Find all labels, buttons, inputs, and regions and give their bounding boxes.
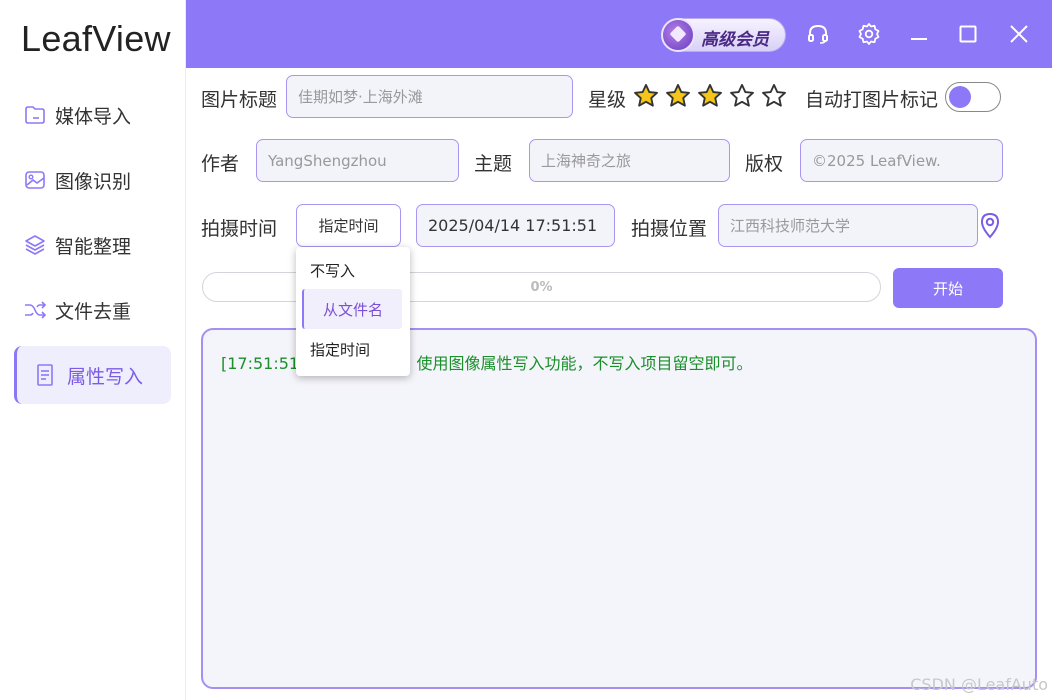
watermark: CSDN @LeafAuto bbox=[910, 675, 1048, 694]
sidebar-item-dedupe[interactable]: 文件去重 bbox=[14, 281, 171, 339]
auto-mark-label: 自动打图片标记 bbox=[805, 89, 939, 111]
toggle-knob bbox=[949, 86, 971, 108]
subject-label: 主题 bbox=[474, 153, 513, 175]
location-input[interactable]: 江西科技师范大学 bbox=[718, 204, 978, 247]
headset-icon[interactable] bbox=[804, 20, 832, 48]
image-title-input[interactable]: 佳期如梦·上海外滩 bbox=[286, 75, 573, 118]
shuffle-icon bbox=[23, 298, 47, 322]
sidebar-item-label: 媒体导入 bbox=[55, 105, 132, 128]
log-timestamp: [17:51:51] bbox=[221, 354, 306, 373]
app-title: LeafView bbox=[21, 18, 171, 59]
image-icon bbox=[23, 168, 47, 192]
layers-icon bbox=[23, 233, 47, 257]
author-label: 作者 bbox=[201, 153, 240, 175]
start-button[interactable]: 开始 bbox=[893, 268, 1003, 308]
location-pin-icon[interactable] bbox=[978, 211, 1002, 243]
progress-label: 0% bbox=[530, 279, 553, 295]
shoot-time-label: 拍摄时间 bbox=[201, 218, 278, 240]
star-icon-filled[interactable] bbox=[696, 82, 724, 110]
log-message: 使用图像属性写入功能，不写入项目留空即可。 bbox=[416, 354, 753, 373]
vip-badge[interactable]: 高级会员 bbox=[661, 18, 786, 52]
gear-icon[interactable] bbox=[855, 20, 883, 48]
dropdown-option[interactable]: 不写入 bbox=[296, 250, 410, 290]
star-icon-filled[interactable] bbox=[664, 82, 692, 110]
dropdown-option[interactable]: 指定时间 bbox=[296, 329, 410, 369]
sidebar-item-label: 文件去重 bbox=[55, 300, 132, 323]
title-bar: 高级会员 bbox=[186, 0, 1052, 68]
sidebar-item-media-import[interactable]: 媒体导入 bbox=[14, 86, 171, 144]
sidebar-item-image-recognition[interactable]: 图像识别 bbox=[14, 151, 171, 209]
maximize-icon[interactable] bbox=[954, 20, 982, 48]
rating-label: 星级 bbox=[588, 89, 627, 111]
shoot-time-dropdown: 不写入 从文件名 指定时间 bbox=[296, 247, 410, 376]
shoot-time-input[interactable]: 2025/04/14 17:51:51 bbox=[416, 204, 615, 247]
log-panel: [17:51:51] 使用图像属性写入功能，不写入项目留空即可。 bbox=[201, 328, 1037, 689]
sidebar-item-label: 图像识别 bbox=[55, 170, 132, 193]
sidebar-item-label: 属性写入 bbox=[67, 365, 144, 388]
copyright-input[interactable]: ©2025 LeafView. bbox=[800, 139, 1003, 182]
folder-icon bbox=[23, 103, 47, 127]
star-icon-empty[interactable] bbox=[728, 82, 756, 110]
vip-icon bbox=[661, 18, 695, 52]
document-icon bbox=[33, 363, 57, 387]
shoot-time-mode-select[interactable]: 指定时间 bbox=[296, 204, 401, 247]
star-icon-filled[interactable] bbox=[632, 82, 660, 110]
sidebar-item-label: 智能整理 bbox=[55, 235, 132, 258]
auto-mark-toggle[interactable] bbox=[945, 82, 1001, 112]
copyright-label: 版权 bbox=[745, 153, 784, 175]
sidebar-item-smart-organize[interactable]: 智能整理 bbox=[14, 216, 171, 274]
dropdown-option[interactable]: 从文件名 bbox=[302, 289, 402, 329]
vip-label: 高级会员 bbox=[701, 30, 769, 50]
star-rating[interactable] bbox=[632, 82, 788, 110]
close-icon[interactable] bbox=[1005, 20, 1033, 48]
location-label: 拍摄位置 bbox=[631, 218, 708, 240]
minimize-icon[interactable] bbox=[905, 20, 933, 48]
subject-input[interactable]: 上海神奇之旅 bbox=[529, 139, 730, 182]
author-input[interactable]: YangShengzhou bbox=[256, 139, 459, 182]
sidebar: LeafView 媒体导入 图像识别 智能整理 文件去重 属性写入 bbox=[0, 0, 186, 700]
image-title-label: 图片标题 bbox=[201, 89, 278, 111]
sidebar-item-property-write[interactable]: 属性写入 bbox=[14, 346, 171, 404]
star-icon-empty[interactable] bbox=[760, 82, 788, 110]
